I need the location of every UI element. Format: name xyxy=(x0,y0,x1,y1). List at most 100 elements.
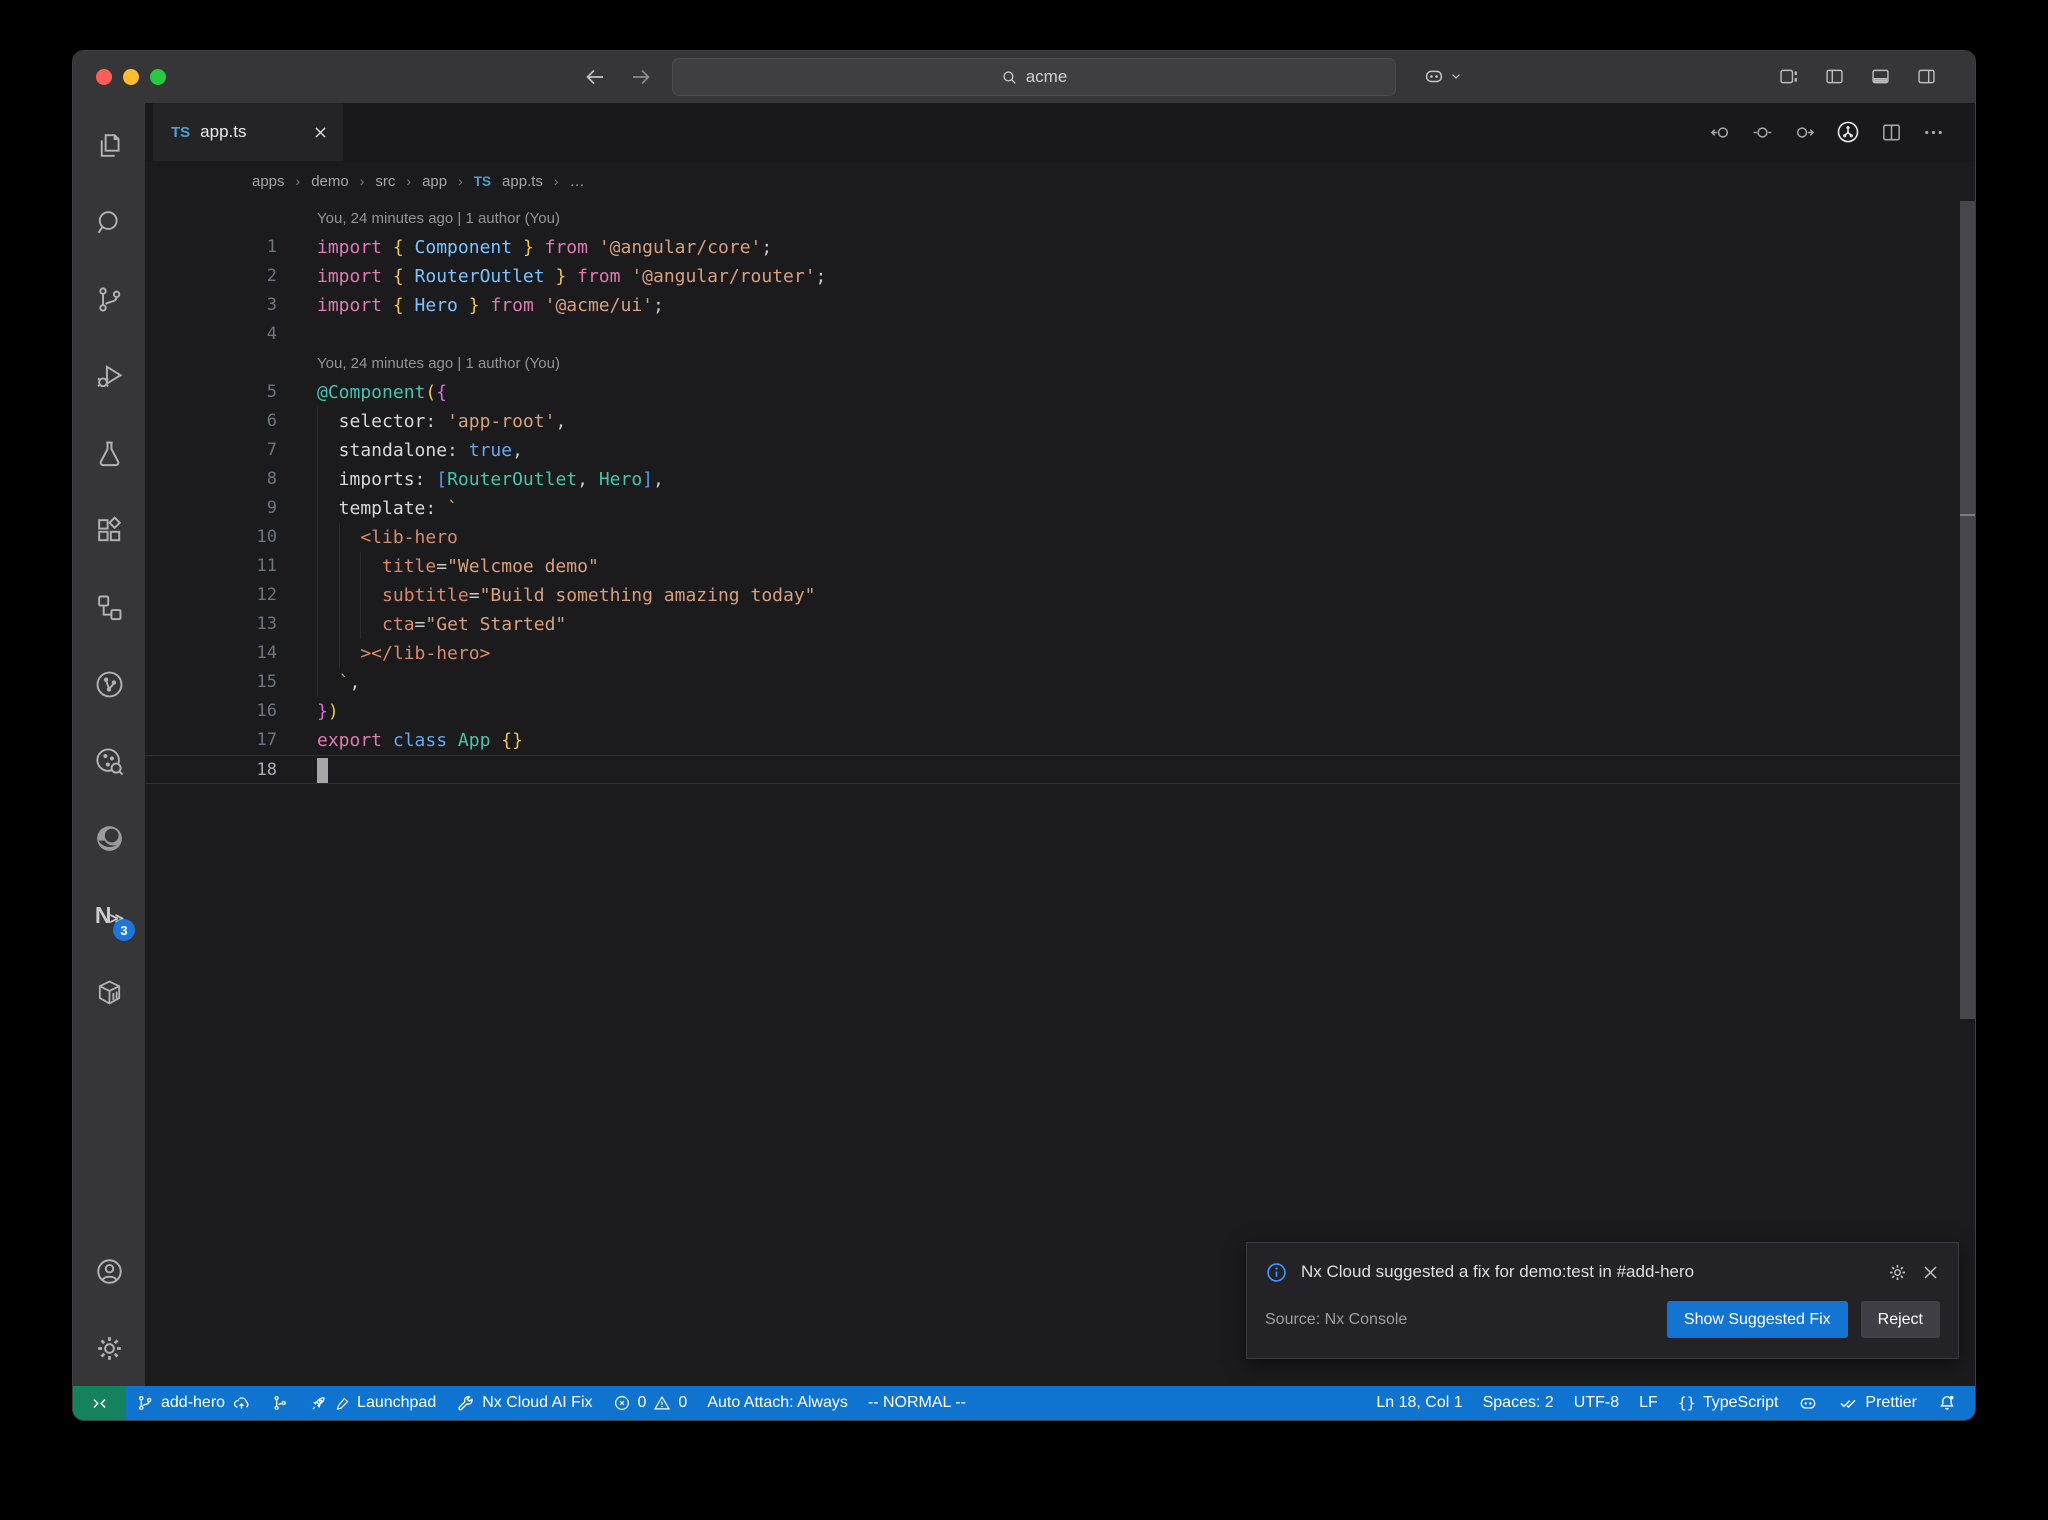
notification-settings-gear-icon[interactable] xyxy=(1887,1262,1908,1283)
line-number[interactable]: 2 xyxy=(145,262,277,291)
git-branch-status[interactable]: add-hero xyxy=(126,1386,261,1420)
breadcrumb-item[interactable]: demo xyxy=(311,173,349,190)
reject-button[interactable]: Reject xyxy=(1860,1301,1940,1338)
minimize-window-button[interactable] xyxy=(123,69,139,85)
chevron-down-icon[interactable] xyxy=(1449,69,1463,83)
remote-indicator[interactable] xyxy=(73,1386,126,1420)
line-number[interactable]: 7 xyxy=(145,436,277,465)
zoom-window-button[interactable] xyxy=(150,69,166,85)
breadcrumb-file[interactable]: app.ts xyxy=(502,173,543,190)
code-row[interactable]: 3 import { Hero } from '@acme/ui'; xyxy=(145,291,1975,320)
code-editor[interactable]: You, 24 minutes ago | 1 author (You) 1 imp… xyxy=(145,201,1975,1386)
explorer-icon[interactable] xyxy=(85,121,133,169)
tab-app-ts[interactable]: TS app.ts xyxy=(153,103,343,161)
nx-console-icon[interactable]: N≫ 3 xyxy=(85,891,135,941)
line-number[interactable] xyxy=(145,349,277,378)
command-center-search[interactable]: acme xyxy=(672,58,1396,96)
previous-change-icon[interactable] xyxy=(1709,121,1732,144)
nx-cloud-fix-button[interactable]: Nx Cloud AI Fix xyxy=(446,1386,602,1420)
project-details-icon[interactable] xyxy=(85,583,133,631)
testing-icon[interactable] xyxy=(85,429,133,477)
cursor-position-status[interactable]: Ln 18, Col 1 xyxy=(1366,1386,1472,1420)
more-actions-icon[interactable] xyxy=(1922,121,1945,144)
line-number[interactable]: 10 xyxy=(145,523,277,552)
code-row[interactable]: 7 standalone: true, xyxy=(145,436,1975,465)
extensions-icon[interactable] xyxy=(85,506,133,554)
line-number[interactable]: 13 xyxy=(145,610,277,639)
line-number[interactable]: 3 xyxy=(145,291,277,320)
split-editor-icon[interactable] xyxy=(1880,121,1903,144)
code-row[interactable]: 18 xyxy=(145,755,1975,784)
vim-mode-indicator[interactable]: -- NORMAL -- xyxy=(858,1386,976,1420)
line-number[interactable]: 5 xyxy=(145,378,277,407)
line-number[interactable]: 17 xyxy=(145,726,277,755)
line-number[interactable]: 1 xyxy=(145,233,277,262)
problems-status[interactable]: 0 0 xyxy=(603,1386,698,1420)
toggle-panel-icon[interactable] xyxy=(1870,66,1891,87)
language-mode-status[interactable]: {} TypeScript xyxy=(1668,1386,1789,1420)
encoding-status[interactable]: UTF-8 xyxy=(1564,1386,1629,1420)
settings-gear-icon[interactable] xyxy=(85,1324,133,1372)
copilot-icon[interactable] xyxy=(1423,65,1445,87)
code-row[interactable]: 11 title="Welcmoe demo" xyxy=(145,552,1975,581)
code-row[interactable]: 16}) xyxy=(145,697,1975,726)
line-number[interactable]: 8 xyxy=(145,465,277,494)
breadcrumb-overflow[interactable]: … xyxy=(570,173,585,190)
launchpad-button[interactable]: Launchpad xyxy=(299,1386,446,1420)
indentation-status[interactable]: Spaces: 2 xyxy=(1473,1386,1564,1420)
notifications-bell-icon[interactable] xyxy=(1927,1386,1967,1420)
editor-scrollbar[interactable] xyxy=(1960,201,1975,1386)
breadcrumb-item[interactable]: app xyxy=(422,173,447,190)
breadcrumb-item[interactable]: apps xyxy=(252,173,285,190)
navigate-back-icon[interactable] xyxy=(583,65,607,89)
source-control-icon[interactable] xyxy=(85,275,133,323)
toggle-secondary-sidebar-icon[interactable] xyxy=(1916,66,1937,87)
search-icon[interactable] xyxy=(85,198,133,246)
accounts-icon[interactable] xyxy=(85,1247,133,1295)
code-row[interactable]: 9 template: ` xyxy=(145,494,1975,523)
code-row[interactable]: 1 import { Component } from '@angular/cor… xyxy=(145,233,1975,262)
line-number[interactable]: 4 xyxy=(145,320,277,349)
change-indicator-icon[interactable] xyxy=(1751,121,1774,144)
eol-status[interactable]: LF xyxy=(1629,1386,1668,1420)
line-number[interactable]: 18 xyxy=(145,756,277,783)
line-number[interactable]: 11 xyxy=(145,552,277,581)
breadcrumb-item[interactable]: src xyxy=(375,173,395,190)
line-number[interactable]: 12 xyxy=(145,581,277,610)
notification-close-icon[interactable] xyxy=(1921,1263,1940,1282)
toggle-primary-sidebar-icon[interactable] xyxy=(1824,66,1845,87)
commit-graph-button[interactable] xyxy=(261,1386,299,1420)
line-number[interactable]: 15 xyxy=(145,668,277,697)
code-row[interactable]: 12 subtitle="Build something amazing tod… xyxy=(145,581,1975,610)
code-row[interactable]: 6 selector: 'app-root', xyxy=(145,407,1975,436)
line-number[interactable]: 6 xyxy=(145,407,277,436)
code-row[interactable]: 2 import { RouterOutlet } from '@angular/… xyxy=(145,262,1975,291)
next-change-icon[interactable] xyxy=(1793,121,1816,144)
close-window-button[interactable] xyxy=(96,69,112,85)
auto-attach-status[interactable]: Auto Attach: Always xyxy=(697,1386,858,1420)
run-target-icon[interactable] xyxy=(1835,119,1861,145)
line-number[interactable]: 14 xyxy=(145,639,277,668)
line-number[interactable]: 9 xyxy=(145,494,277,523)
navigate-forward-icon[interactable] xyxy=(629,65,653,89)
formatter-status[interactable]: Prettier xyxy=(1828,1386,1927,1420)
show-suggested-fix-button[interactable]: Show Suggested Fix xyxy=(1666,1301,1848,1338)
code-row[interactable]: 8 imports: [RouterOutlet, Hero], xyxy=(145,465,1975,494)
copilot-status[interactable] xyxy=(1788,1386,1828,1420)
containers-icon[interactable] xyxy=(85,968,133,1016)
run-and-debug-icon[interactable] xyxy=(85,352,133,400)
code-row[interactable]: 15 `, xyxy=(145,668,1975,697)
customize-layout-icon[interactable] xyxy=(1778,66,1799,87)
code-row[interactable]: 5 @Component({ xyxy=(145,378,1975,407)
code-row[interactable]: 10 <lib-hero xyxy=(145,523,1975,552)
code-row[interactable]: 17 export class App {} xyxy=(145,726,1975,755)
code-row[interactable]: 14 ></lib-hero> xyxy=(145,639,1975,668)
close-tab-icon[interactable] xyxy=(312,124,329,141)
line-number[interactable]: 16 xyxy=(145,697,277,726)
code-row[interactable]: 13 cta="Get Started" xyxy=(145,610,1975,639)
nx-graph-search-icon[interactable] xyxy=(85,737,133,785)
code-row[interactable]: 4 xyxy=(145,320,1975,349)
edge-devtools-icon[interactable] xyxy=(85,814,133,862)
nx-graph-icon[interactable] xyxy=(85,660,133,708)
line-number[interactable] xyxy=(145,204,277,233)
